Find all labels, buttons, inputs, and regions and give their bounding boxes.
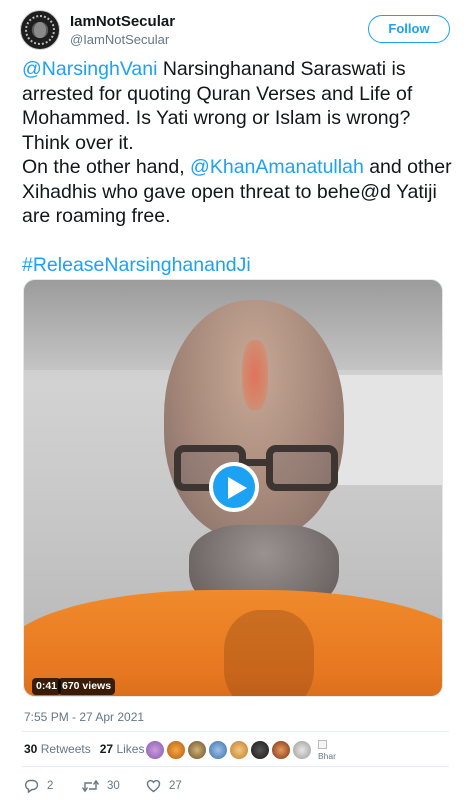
video-duration-badge: 0:41 bbox=[32, 678, 62, 695]
liker-overflow-label: Bhar bbox=[318, 751, 336, 761]
mention-link[interactable]: @NarsinghVani bbox=[22, 58, 157, 80]
user-handle[interactable]: @IamNotSecular bbox=[70, 32, 169, 47]
like-action[interactable]: 27 bbox=[146, 777, 182, 795]
likes-count: 27 bbox=[99, 742, 114, 756]
glasses-bridge bbox=[244, 459, 268, 466]
broken-image-icon bbox=[318, 740, 327, 749]
follow-button[interactable]: Follow bbox=[368, 15, 450, 43]
video-forehead-mark bbox=[242, 340, 268, 410]
reply-icon bbox=[24, 779, 39, 793]
reply-action[interactable]: 2 bbox=[24, 777, 53, 795]
video-views-badge: 670 views bbox=[58, 678, 116, 695]
play-icon bbox=[228, 477, 247, 499]
engagement-stats: 30 Retweets 27 Likes bbox=[24, 742, 144, 756]
liker-avatar[interactable] bbox=[208, 740, 228, 760]
play-button[interactable] bbox=[209, 462, 259, 512]
tweet-actions: 2 30 27 bbox=[24, 777, 444, 795]
reply-count: 2 bbox=[47, 780, 54, 792]
likes-stat[interactable]: 27 Likes bbox=[100, 742, 145, 756]
tweet-text: @NarsinghVani Narsinghanand Saraswati is… bbox=[22, 57, 452, 277]
tweet-paragraph-3: #ReleaseNarsinghanandJi bbox=[22, 253, 452, 278]
liker-avatar[interactable] bbox=[187, 740, 207, 760]
video-robe-shadow bbox=[224, 610, 314, 696]
mention-link[interactable]: @KhanAmanatullah bbox=[190, 156, 364, 178]
heart-icon bbox=[146, 779, 161, 793]
divider bbox=[22, 766, 449, 767]
liker-avatar[interactable] bbox=[145, 740, 165, 760]
display-name[interactable]: IamNotSecular bbox=[70, 13, 175, 30]
video-person-head bbox=[164, 300, 344, 540]
like-count: 27 bbox=[169, 780, 182, 792]
avatar-face bbox=[34, 22, 46, 38]
liker-avatar[interactable] bbox=[292, 740, 312, 760]
video-glasses bbox=[174, 445, 344, 497]
liker-avatar[interactable] bbox=[166, 740, 186, 760]
retweets-stat[interactable]: 30 Retweets bbox=[24, 742, 91, 756]
tweet-paragraph-1: @NarsinghVani Narsinghanand Saraswati is… bbox=[22, 57, 452, 155]
divider bbox=[22, 731, 449, 732]
liker-avatar[interactable] bbox=[271, 740, 291, 760]
liker-avatar[interactable] bbox=[229, 740, 249, 760]
likes-label: Likes bbox=[116, 742, 145, 756]
retweet-icon bbox=[82, 779, 99, 793]
avatar[interactable] bbox=[20, 10, 60, 50]
retweet-action[interactable]: 30 bbox=[82, 777, 120, 795]
retweets-label: Retweets bbox=[40, 742, 91, 756]
hashtag-link[interactable]: #ReleaseNarsinghanandJi bbox=[22, 254, 251, 276]
liker-avatar[interactable] bbox=[250, 740, 270, 760]
tweet-text-segment: On the other hand, bbox=[22, 156, 191, 178]
retweets-count: 30 bbox=[24, 742, 38, 756]
glasses-right-lens bbox=[266, 445, 338, 491]
tweet-paragraph-2: On the other hand, @KhanAmanatullah and … bbox=[22, 155, 452, 229]
tweet-timestamp[interactable]: 7:55 PM - 27 Apr 2021 bbox=[24, 710, 144, 724]
tweet-header: IamNotSecular @IamNotSecular Follow bbox=[20, 10, 450, 50]
retweet-count: 30 bbox=[107, 780, 120, 792]
